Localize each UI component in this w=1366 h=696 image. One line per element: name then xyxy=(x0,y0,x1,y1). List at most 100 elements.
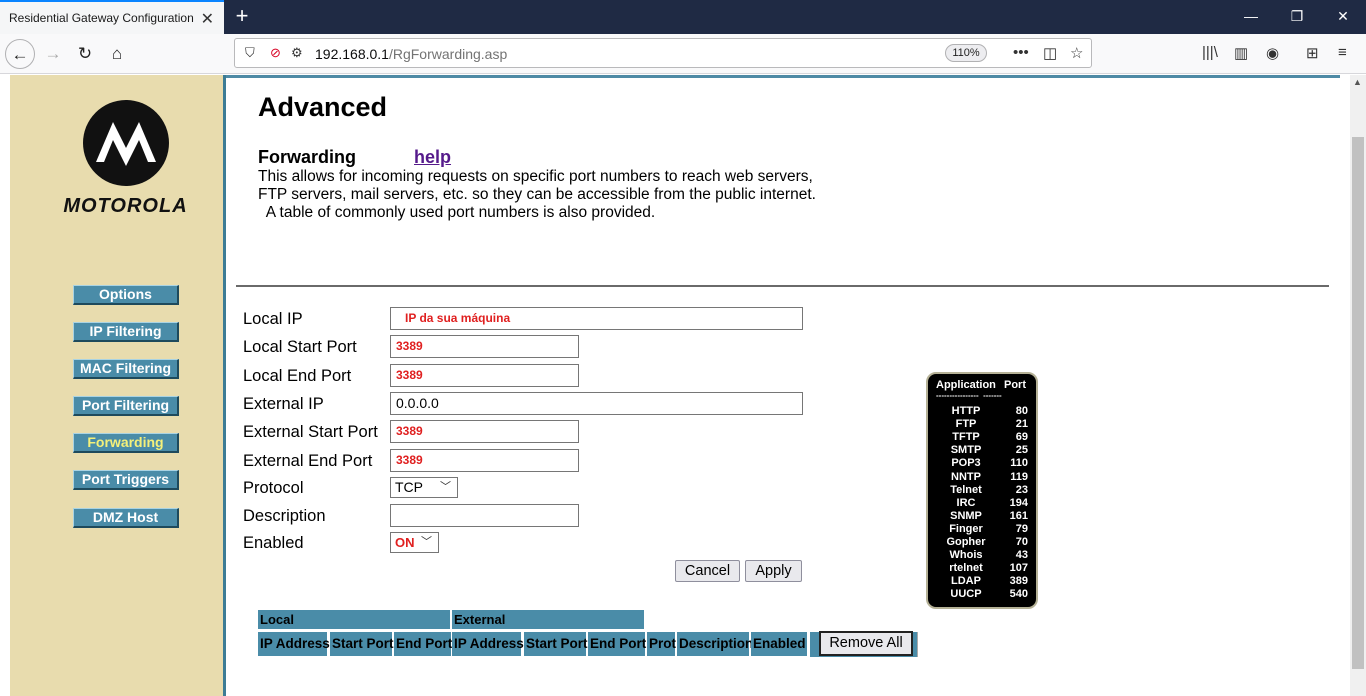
column-header: Start Port xyxy=(330,632,394,656)
reload-button[interactable]: ↻ xyxy=(70,39,100,69)
chevron-down-icon: ﹀ xyxy=(421,536,432,548)
local-ip-input[interactable]: IP da sua máquina xyxy=(390,307,803,330)
scroll-up-icon[interactable]: ▲ xyxy=(1353,77,1362,87)
port-number: 70 xyxy=(1015,536,1028,548)
port-app: LDAP xyxy=(951,575,981,588)
sidebar: MOTOROLA Options IP Filtering MAC Filter… xyxy=(10,75,223,696)
close-window-button[interactable]: ✕ xyxy=(1320,0,1366,34)
port-app: Telnet xyxy=(950,483,982,496)
top-divider xyxy=(226,75,1340,78)
port-number: 25 xyxy=(1015,444,1028,457)
tab-bar: Residential Gateway Configuration: ✕ + —… xyxy=(0,0,1366,34)
section-title: Forwarding xyxy=(258,147,356,167)
help-link[interactable]: help xyxy=(414,147,451,168)
port-app: POP3 xyxy=(951,457,981,470)
apply-button[interactable]: Apply xyxy=(745,560,802,582)
browser-tab[interactable]: Residential Gateway Configuration: ✕ xyxy=(0,0,224,34)
local-group-header: Local xyxy=(258,610,450,629)
sidebar-toggle-icon[interactable]: ▥ xyxy=(1234,44,1248,62)
tab-close-icon[interactable]: ✕ xyxy=(201,9,214,29)
port-number: 119 xyxy=(1010,470,1028,483)
column-header: Enabled xyxy=(751,632,807,656)
vertical-scrollbar[interactable]: ▲ xyxy=(1350,75,1366,696)
port-app: IRC xyxy=(956,496,976,509)
cancel-button[interactable]: Cancel xyxy=(675,560,740,582)
column-header: IP Address xyxy=(452,632,524,656)
sidebar-item-ip-filtering[interactable]: IP Filtering xyxy=(73,322,179,342)
external-end-port-input[interactable]: 3389 xyxy=(390,449,579,472)
port-app: SMTP xyxy=(950,444,982,457)
local-ip-label: Local IP xyxy=(243,310,303,328)
external-start-port-input[interactable]: 3389 xyxy=(390,420,579,443)
account-icon[interactable]: ◉ xyxy=(1266,44,1279,62)
column-header: IP Address xyxy=(258,632,330,656)
zoom-indicator[interactable]: 110% xyxy=(945,44,987,62)
pocket-icon[interactable]: ◫ xyxy=(1043,44,1057,62)
port-row: TFTP 69 xyxy=(928,431,1040,444)
scrollbar-thumb[interactable] xyxy=(1352,137,1364,669)
description-line: FTP servers, mail servers, etc. so they … xyxy=(258,186,816,203)
port-number: 80 xyxy=(1015,405,1028,417)
common-ports-table: Application Port ---------------- ------… xyxy=(926,372,1038,609)
external-start-port-label: External Start Port xyxy=(243,423,378,441)
port-number: 161 xyxy=(1009,509,1028,522)
horizontal-rule xyxy=(236,285,1329,287)
local-start-port-input[interactable]: 3389 xyxy=(390,335,579,358)
permissions-icon[interactable]: ⚙ xyxy=(291,45,303,61)
local-start-port-label: Local Start Port xyxy=(243,338,357,356)
enabled-select[interactable]: ON ﹀ xyxy=(390,532,439,553)
port-number: 194 xyxy=(1009,496,1028,509)
port-row: Telnet 23 xyxy=(928,484,1040,497)
port-app: HTTP xyxy=(951,405,981,417)
back-button[interactable]: ← xyxy=(5,39,35,69)
sidebar-item-dmz-host[interactable]: DMZ Host xyxy=(73,508,179,528)
forward-button[interactable]: → xyxy=(38,39,68,69)
minimize-button[interactable]: — xyxy=(1228,0,1274,34)
external-ip-input[interactable]: 0.0.0.0 xyxy=(390,392,803,415)
port-app: SNMP xyxy=(950,509,982,522)
sidebar-divider xyxy=(223,75,226,696)
address-bar[interactable]: ⛉ ⊘ ⚙ 192.168.0.1/RgForwarding.asp 110% … xyxy=(234,38,1092,68)
shield-icon[interactable]: ⛉ xyxy=(245,45,255,61)
sidebar-item-mac-filtering[interactable]: MAC Filtering xyxy=(73,359,179,379)
bookmark-star-icon[interactable]: ☆ xyxy=(1070,44,1083,62)
description-label: Description xyxy=(243,507,326,525)
insecure-lock-icon[interactable]: ⊘ xyxy=(270,45,281,61)
protocol-value: TCP xyxy=(395,479,423,495)
port-row: UUCP 540 xyxy=(928,588,1040,601)
url-text[interactable]: 192.168.0.1/RgForwarding.asp xyxy=(315,46,507,62)
column-header: End Port xyxy=(588,632,646,656)
page-actions-icon[interactable]: ••• xyxy=(1013,44,1029,61)
page-title: Advanced xyxy=(258,92,388,122)
home-button[interactable]: ⌂ xyxy=(102,39,132,69)
description-line: This allows for incoming requests on spe… xyxy=(258,168,813,185)
local-end-port-input[interactable]: 3389 xyxy=(390,364,579,387)
enabled-label: Enabled xyxy=(243,534,304,552)
remove-all-button[interactable]: Remove All xyxy=(819,631,913,656)
motorola-logo xyxy=(83,100,169,186)
port-number: 79 xyxy=(1015,522,1028,535)
protocol-select[interactable]: TCP ﹀ xyxy=(390,477,458,498)
port-app: FTP xyxy=(955,418,977,431)
port-row: HTTP 80 xyxy=(928,405,1040,418)
sidebar-item-port-filtering[interactable]: Port Filtering xyxy=(73,396,179,416)
library-icon[interactable]: |||\ xyxy=(1202,44,1218,61)
menu-icon[interactable]: ≡ xyxy=(1338,44,1347,61)
port-number: 389 xyxy=(1009,575,1028,588)
extensions-icon[interactable]: ⊞ xyxy=(1306,44,1319,62)
sidebar-item-options[interactable]: Options xyxy=(73,285,179,305)
port-app: rtelnet xyxy=(949,562,983,575)
port-row: Finger 79 xyxy=(928,523,1040,536)
page-content: MOTOROLA Options IP Filtering MAC Filter… xyxy=(0,75,1350,696)
port-number: 23 xyxy=(1015,483,1028,496)
port-number: 110 xyxy=(1010,457,1028,470)
sidebar-item-forwarding[interactable]: Forwarding xyxy=(73,433,179,453)
new-tab-button[interactable]: + xyxy=(232,4,252,28)
column-header: Description xyxy=(677,632,753,656)
port-app: NNTP xyxy=(951,470,981,483)
restore-button[interactable]: ❐ xyxy=(1274,0,1320,34)
sidebar-item-port-triggers[interactable]: Port Triggers xyxy=(73,470,179,490)
port-app: Gopher xyxy=(946,536,986,548)
description-input[interactable] xyxy=(390,504,579,527)
port-row: Gopher 70 xyxy=(928,536,1040,549)
